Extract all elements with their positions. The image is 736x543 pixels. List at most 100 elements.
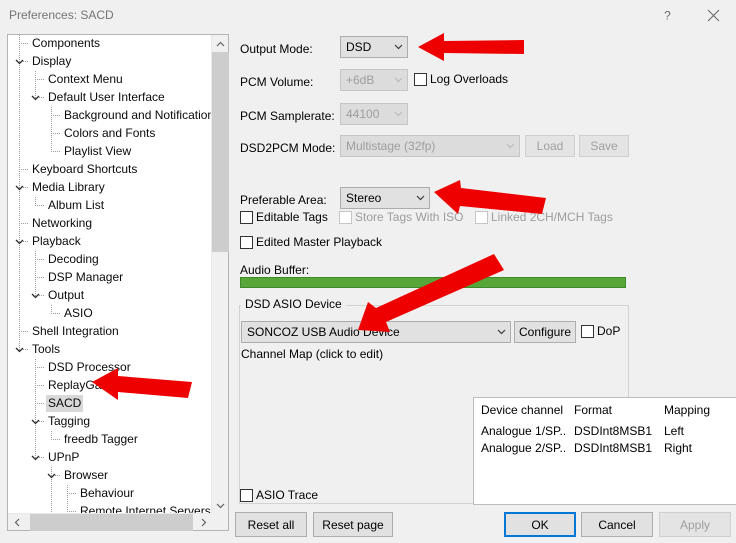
- ok-button[interactable]: OK: [504, 512, 576, 537]
- sidebar-item-behaviour[interactable]: Behaviour: [8, 485, 212, 503]
- tree-expander-chevron-down-icon[interactable]: [28, 89, 42, 107]
- sidebar-item-upnp[interactable]: UPnP: [8, 449, 212, 467]
- pcm-volume-dropdown[interactable]: +6dB: [340, 69, 408, 91]
- sidebar-item-keyboard-shortcuts[interactable]: Keyboard Shortcuts: [8, 161, 212, 179]
- reset-page-button[interactable]: Reset page: [313, 512, 393, 537]
- scroll-left-button[interactable]: [8, 514, 25, 531]
- sidebar-item-playlist-view[interactable]: Playlist View: [8, 143, 212, 161]
- sidebar-item-background-and-notifications[interactable]: Background and Notifications: [8, 107, 212, 125]
- table-cell[interactable]: DSDInt8MSB1: [574, 439, 654, 457]
- sidebar-item-browser[interactable]: Browser: [8, 467, 212, 485]
- column-header[interactable]: Device channel: [481, 401, 565, 419]
- sidebar-item-tagging[interactable]: Tagging: [8, 413, 212, 431]
- sidebar-item-colors-and-fonts[interactable]: Colors and Fonts: [8, 125, 212, 143]
- table-cell[interactable]: Analogue 2/SP...: [481, 439, 565, 457]
- asio-device-dropdown[interactable]: SONCOZ USB Audio Device: [241, 321, 511, 343]
- tree-connector-dash: [51, 313, 60, 314]
- load-button[interactable]: Load: [525, 135, 575, 157]
- reset-all-button[interactable]: Reset all: [235, 512, 307, 537]
- cancel-button[interactable]: Cancel: [581, 512, 653, 537]
- sidebar-item-tools[interactable]: Tools: [8, 341, 212, 359]
- sidebar-item-dsd-processor[interactable]: DSD Processor: [8, 359, 212, 377]
- sidebar-item-sacd[interactable]: SACD: [8, 395, 212, 413]
- tree-expander-chevron-down-icon[interactable]: [12, 179, 26, 197]
- scroll-down-button[interactable]: [212, 497, 229, 514]
- tree-expander-chevron-down-icon[interactable]: [28, 287, 42, 305]
- tree-connector-line: [35, 269, 36, 287]
- tree-expander-chevron-down-icon[interactable]: [12, 53, 26, 71]
- tree-expander-chevron-down-icon[interactable]: [12, 233, 26, 251]
- store-tags-with-iso-checkbox[interactable]: Store Tags With ISO: [339, 210, 464, 224]
- configure-button[interactable]: Configure: [514, 321, 576, 343]
- sidebar-item-display[interactable]: Display: [8, 53, 212, 71]
- tree-connector-dash: [35, 367, 44, 368]
- channel-map-table[interactable]: Device channel Format Mapping Analogue 1/SP…: [473, 397, 736, 505]
- close-button[interactable]: [690, 0, 736, 31]
- sidebar-item-networking[interactable]: Networking: [8, 215, 212, 233]
- table-cell[interactable]: DSDInt8MSB1: [574, 422, 654, 440]
- sidebar-item-shell-integration[interactable]: Shell Integration: [8, 323, 212, 341]
- sidebar-item-default-user-interface[interactable]: Default User Interface: [8, 89, 212, 107]
- scroll-up-button[interactable]: [212, 35, 229, 52]
- table-row[interactable]: Analogue 2/SP... DSDInt8MSB1 Right: [474, 439, 736, 457]
- sidebar-item-album-list[interactable]: Album List: [8, 197, 212, 215]
- sidebar-item-context-menu[interactable]: Context Menu: [8, 71, 212, 89]
- sidebar-item-label: Components: [32, 36, 101, 50]
- chevron-right-icon: [201, 518, 206, 527]
- sidebar-item-output[interactable]: Output: [8, 287, 212, 305]
- sidebar-item-media-library[interactable]: Media Library: [8, 179, 212, 197]
- linked-tags-checkbox[interactable]: Linked 2CH/MCH Tags: [475, 210, 613, 224]
- apply-button[interactable]: Apply: [659, 512, 731, 537]
- table-row[interactable]: Analogue 1/SP... DSDInt8MSB1 Left: [474, 422, 736, 440]
- tree-connector-dash: [51, 151, 60, 152]
- pcm-volume-value: +6dB: [346, 73, 375, 87]
- tree-connector-line: [19, 269, 20, 287]
- dop-checkbox[interactable]: DoP: [581, 324, 620, 338]
- save-button[interactable]: Save: [579, 135, 629, 157]
- edited-master-playback-checkbox[interactable]: Edited Master Playback: [240, 235, 382, 249]
- editable-tags-checkbox[interactable]: Editable Tags: [240, 210, 328, 224]
- tree-vertical-scroll-thumb[interactable]: [212, 52, 229, 252]
- pcm-samplerate-dropdown[interactable]: 44100: [340, 103, 408, 125]
- pcm-volume-label: PCM Volume:: [240, 75, 314, 89]
- sidebar-item-label: Networking: [32, 216, 93, 230]
- sidebar-item-dsp-manager[interactable]: DSP Manager: [8, 269, 212, 287]
- dsd2pcm-mode-label: DSD2PCM Mode:: [240, 141, 336, 155]
- preferences-category-tree[interactable]: Components Display Context Menu Default Use…: [7, 34, 229, 531]
- tree-vertical-scrollbar[interactable]: [211, 35, 229, 514]
- column-header[interactable]: Format: [574, 401, 654, 419]
- sidebar-item-freedb-tagger[interactable]: freedb Tagger: [8, 431, 212, 449]
- scroll-right-button[interactable]: [195, 514, 212, 531]
- output-mode-dropdown[interactable]: DSD: [340, 36, 408, 58]
- sidebar-item-components[interactable]: Components: [8, 35, 212, 53]
- tree-expander-chevron-down-icon[interactable]: [28, 413, 42, 431]
- table-cell[interactable]: Analogue 1/SP...: [481, 422, 565, 440]
- help-button[interactable]: ?: [644, 0, 690, 31]
- window-title-bar: Preferences: SACD ?: [0, 0, 736, 31]
- table-cell[interactable]: Right: [664, 439, 736, 457]
- sidebar-item-decoding[interactable]: Decoding: [8, 251, 212, 269]
- scrollbar-corner: [211, 513, 228, 530]
- tree-horizontal-scroll-thumb[interactable]: [30, 514, 193, 531]
- output-mode-label: Output Mode:: [240, 42, 313, 56]
- sidebar-item-asio[interactable]: ASIO: [8, 305, 212, 323]
- audio-buffer-slider[interactable]: [240, 277, 626, 288]
- tree-connector-dash: [35, 385, 44, 386]
- tree-connector-dash: [39, 295, 44, 296]
- log-overloads-label: Log Overloads: [430, 72, 509, 86]
- dsd2pcm-mode-dropdown[interactable]: Multistage (32fp): [340, 135, 520, 157]
- sidebar-item-replaygain-scanner[interactable]: ReplayGain Scanner: [8, 377, 212, 395]
- tree-horizontal-scrollbar[interactable]: [8, 513, 212, 531]
- asio-trace-checkbox[interactable]: ASIO Trace: [240, 488, 318, 502]
- sidebar-item-label: DSP Manager: [48, 270, 124, 284]
- table-cell[interactable]: Left: [664, 422, 736, 440]
- tree-expander-chevron-down-icon[interactable]: [28, 449, 42, 467]
- column-header[interactable]: Mapping: [664, 401, 736, 419]
- preferable-area-dropdown[interactable]: Stereo: [340, 187, 430, 209]
- tree-expander-chevron-down-icon[interactable]: [12, 341, 26, 359]
- sidebar-item-label: Behaviour: [80, 486, 135, 500]
- sidebar-item-playback[interactable]: Playback: [8, 233, 212, 251]
- tree-expander-chevron-down-icon[interactable]: [44, 467, 58, 485]
- tree-connector-line: [35, 395, 36, 413]
- log-overloads-checkbox[interactable]: Log Overloads: [414, 72, 508, 86]
